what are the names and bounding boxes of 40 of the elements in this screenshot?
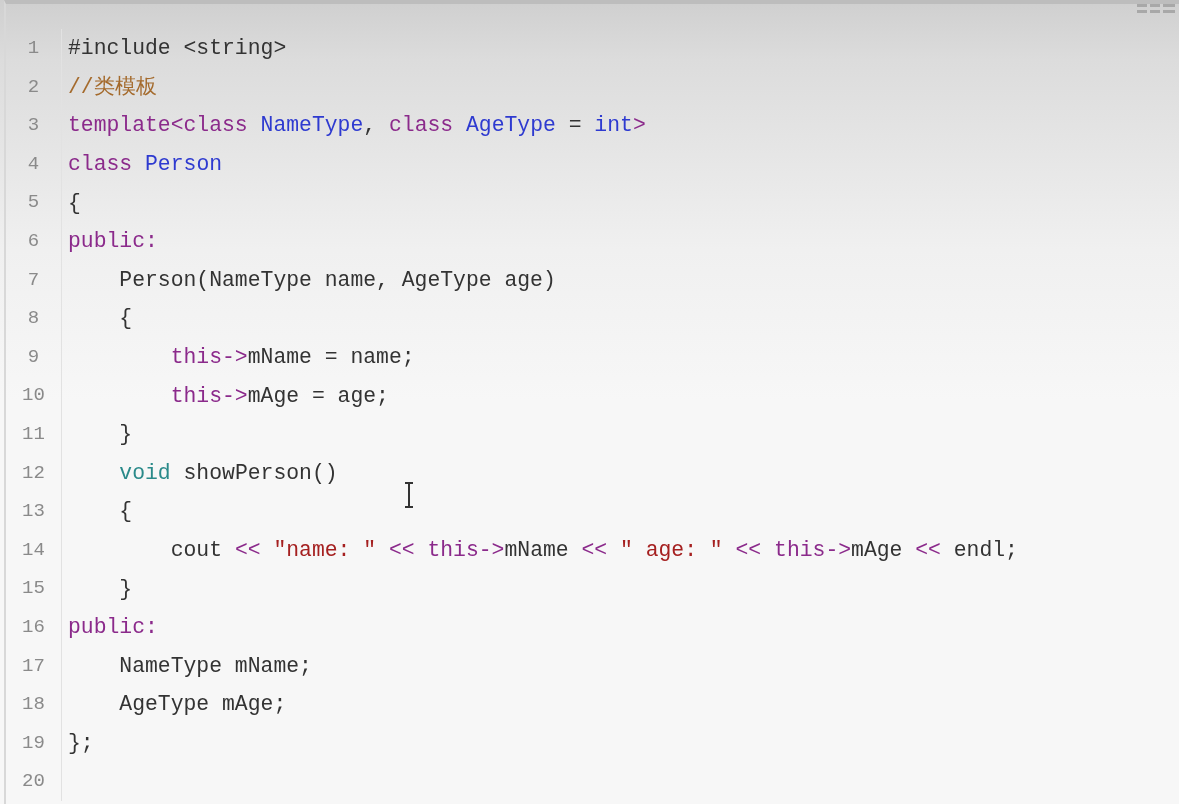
line-number: 13 (22, 499, 45, 525)
line-number: 17 (22, 653, 45, 679)
line-number: 1 (27, 36, 40, 62)
code-line: this->mAge = age; (169, 382, 389, 410)
code-line: class Person (67, 151, 223, 178)
code-line: NameType mName; (118, 652, 312, 680)
line-number: 11 (22, 422, 45, 447)
line-number: 20 (22, 769, 45, 795)
line-number: 10 (22, 383, 45, 409)
line-number: 5 (27, 190, 40, 216)
line-number: 18 (22, 692, 45, 718)
code-line: AgeType mAge; (118, 691, 287, 719)
line-number: 16 (22, 614, 45, 640)
text-cursor-icon (403, 482, 415, 508)
line-number: 15 (22, 576, 45, 602)
code-line: this->mName = name; (169, 344, 415, 371)
code-line: public: (67, 614, 158, 642)
code-line: public: (67, 228, 158, 256)
line-number: 14 (22, 537, 45, 563)
line-number: 8 (27, 306, 40, 332)
code-line: } (118, 575, 133, 603)
code-line: { (118, 305, 133, 333)
line-number: 4 (27, 151, 40, 177)
line-number: 9 (27, 344, 40, 370)
code-line: } (118, 421, 133, 449)
code-line: template<class NameType, class AgeType = int> (67, 112, 646, 140)
line-number: 12 (22, 460, 45, 486)
code-line: cout << "name: " << this->mName << " age: " << this->mAge << endl; (169, 536, 1018, 564)
line-number: 2 (27, 74, 40, 100)
code-line: //类模板 (67, 73, 157, 101)
code-line: }; (67, 729, 94, 757)
line-number: 7 (27, 267, 40, 293)
code-line: Person(NameType name, AgeType age) (118, 266, 556, 294)
line-number: 6 (27, 229, 40, 254)
code-line: { (67, 189, 81, 217)
code-line: void showPerson() (118, 459, 338, 487)
code-line: #include <string> (67, 35, 287, 63)
code-line: { (118, 498, 133, 526)
line-number: 3 (27, 113, 40, 139)
line-number: 19 (22, 730, 45, 756)
